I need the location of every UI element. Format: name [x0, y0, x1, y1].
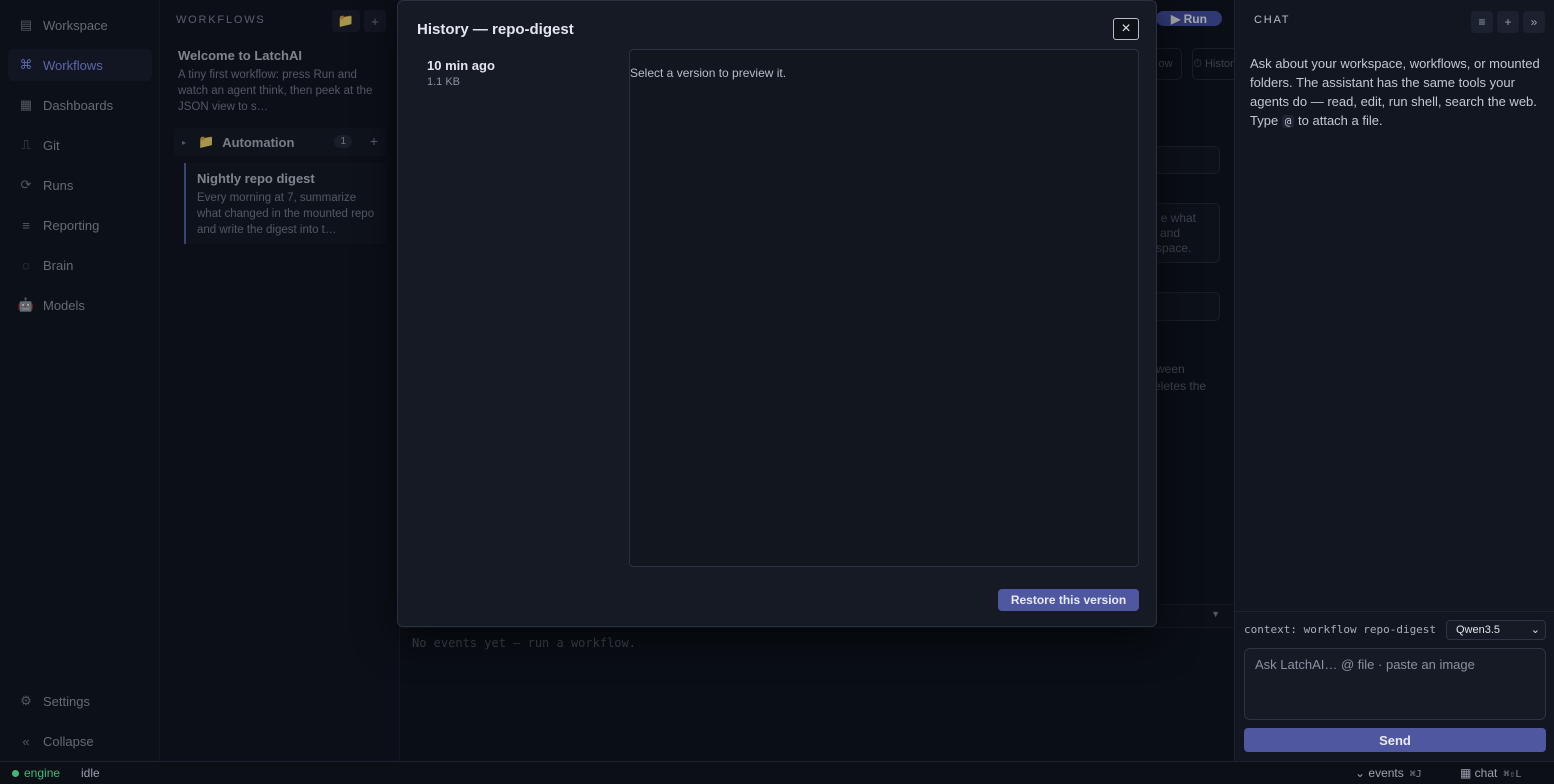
folder-automation[interactable]: ▸ 📁 Automation 1 + [174, 128, 386, 156]
plus-icon: + [371, 13, 379, 29]
caret-icon[interactable]: ▸ [182, 138, 198, 147]
nav-label: Settings [43, 693, 90, 709]
chat-shortcut: ⌘⇧L [1503, 769, 1522, 780]
list-icon: ≡ [22, 217, 30, 233]
events-empty-text: No events yet — run a workflow. [412, 636, 636, 650]
workflows-panel: WORKFLOWS 📁 + Welcome to LatchAI A tiny … [160, 0, 400, 761]
double-chevron-right-icon: » [1530, 15, 1538, 29]
events-label: ⌄ events [1355, 766, 1404, 780]
intro-text: to attach a file. [1294, 113, 1383, 128]
plus-icon: + [1504, 15, 1512, 29]
chat-context: context: workflow repo-digest [1244, 623, 1437, 636]
git-icon: ⎍ [21, 137, 31, 152]
nav-label: Reporting [43, 217, 100, 233]
engine-state: idle [81, 766, 100, 780]
new-workflow-button[interactable]: + [364, 10, 386, 32]
chevron-down-icon: ⌄ [1530, 624, 1540, 636]
chat-panel: CHAT ≡ + » Ask about your workspace, wor… [1234, 0, 1554, 761]
version-preview: Select a version to preview it. [629, 49, 1139, 567]
new-folder-button[interactable]: 📁 [332, 10, 360, 32]
nav-label: Git [43, 137, 60, 153]
folder-count-badge: 1 [334, 135, 352, 148]
close-button[interactable]: × [1113, 18, 1139, 40]
version-size: 1.1 KB [427, 76, 461, 88]
run-button[interactable]: ▶ Run [1156, 11, 1222, 26]
name-field[interactable] [1150, 146, 1220, 174]
nav-item-reporting[interactable]: ≡ Reporting [8, 209, 152, 241]
collapse-chat-button[interactable]: » [1523, 11, 1545, 33]
tab-history[interactable]: ⏱ Histor [1192, 48, 1234, 80]
nav-label: Runs [43, 177, 74, 193]
nav-label: Workspace [43, 17, 108, 33]
chevron-down-icon[interactable]: ▼ [1211, 609, 1220, 619]
chat-intro: Ask about your workspace, workflows, or … [1250, 54, 1542, 131]
status-dot-icon [12, 770, 19, 777]
command-icon: ⌘ [19, 57, 33, 72]
gear-icon: ⚙ [20, 693, 32, 708]
grid-icon: ▤ [19, 17, 33, 32]
help-fragment: eletes the [1154, 379, 1207, 393]
new-chat-button[interactable]: + [1497, 11, 1519, 33]
model-select[interactable]: Qwen3.5 ⌄ [1446, 620, 1546, 640]
nav-item-runs[interactable]: ⟳ Runs [8, 169, 152, 201]
chat-label: ▦ chat [1460, 766, 1498, 780]
preview-hint: Select a version to preview it. [630, 66, 787, 80]
left-nav: ▤ Workspace ⌘ Workflows ▦ Dashboards ⎍ G… [0, 0, 160, 761]
folder-icon: 📁 [198, 134, 215, 149]
nav-item-git[interactable]: ⎍ Git [8, 129, 152, 161]
nav-label: Workflows [43, 57, 103, 73]
workflow-card-nightly-digest[interactable]: Nightly repo digest Every morning at 7, … [184, 163, 386, 244]
version-time: 10 min ago [427, 58, 495, 73]
model-value: Qwen3.5 [1456, 624, 1501, 636]
status-bar: engine idle ⌄ events ⌘J ▦ chat ⌘⇧L [0, 761, 1554, 784]
app-root: ▤ Workspace ⌘ Workflows ▦ Dashboards ⎍ G… [0, 0, 1554, 784]
nav-label: Collapse [43, 733, 94, 749]
nav-item-settings[interactable]: ⚙ Settings [8, 685, 152, 717]
help-fragment: ween [1156, 362, 1185, 376]
at-mention-hint: @ [1281, 115, 1295, 128]
engine-status: engine [24, 766, 61, 780]
nav-label: Models [43, 297, 85, 313]
modal-title: History — repo-digest [417, 21, 574, 38]
brain-icon: ◌ [22, 257, 30, 273]
send-button[interactable]: Send [1244, 728, 1546, 752]
robot-icon: 🤖 [17, 297, 35, 312]
history-modal: History — repo-digest × 10 min ago 1.1 K… [397, 0, 1157, 627]
events-toggle[interactable]: ⌄ events ⌘J [1355, 766, 1422, 780]
nav-label: Dashboards [43, 97, 114, 113]
double-chevron-left-icon: « [22, 733, 30, 749]
chat-composer: context: workflow repo-digest Qwen3.5 ⌄ … [1235, 611, 1554, 761]
folder-icon: 📁 [337, 13, 355, 28]
description-fragment: e what [1160, 211, 1196, 225]
version-item[interactable]: 10 min ago 1.1 KB [419, 55, 619, 91]
workflow-desc: A tiny first workflow: press Run and wat… [178, 69, 373, 113]
restore-version-button[interactable]: Restore this version [998, 589, 1139, 611]
folder-label: Automation [222, 134, 295, 150]
description-fragment: space. [1156, 241, 1192, 255]
close-icon: × [1121, 20, 1131, 37]
workflow-title: Nightly repo digest [197, 171, 315, 186]
chat-header: CHAT [1254, 14, 1291, 26]
nav-item-workflows[interactable]: ⌘ Workflows [8, 49, 152, 81]
workflow-card-welcome[interactable]: Welcome to LatchAI A tiny first workflow… [168, 40, 384, 123]
chat-toggle[interactable]: ▦ chat ⌘⇧L [1460, 766, 1521, 780]
nav-label: Brain [43, 257, 74, 273]
add-to-folder-icon[interactable]: + [370, 133, 378, 149]
workflow-desc: Every morning at 7, summarize what chang… [197, 192, 375, 236]
nav-item-brain[interactable]: ◌ Brain [8, 249, 152, 281]
nav-item-dashboards[interactable]: ▦ Dashboards [8, 89, 152, 121]
menu-icon: ≡ [1478, 15, 1486, 29]
workflows-header: WORKFLOWS [176, 14, 266, 26]
collapse-button[interactable]: « Collapse [8, 725, 152, 757]
table-icon: ▦ [19, 97, 33, 112]
schedule-field[interactable] [1150, 292, 1220, 321]
workflow-title: Welcome to LatchAI [178, 48, 303, 63]
refresh-icon: ⟳ [20, 177, 32, 192]
nav-item-models[interactable]: 🤖 Models [8, 289, 152, 321]
description-fragment: and [1160, 226, 1181, 240]
chat-input[interactable]: Ask LatchAI… @ file · paste an image [1244, 648, 1546, 720]
events-shortcut: ⌘J [1409, 769, 1422, 780]
nav-item-workspace[interactable]: ▤ Workspace [8, 9, 152, 41]
chat-history-button[interactable]: ≡ [1471, 11, 1493, 33]
